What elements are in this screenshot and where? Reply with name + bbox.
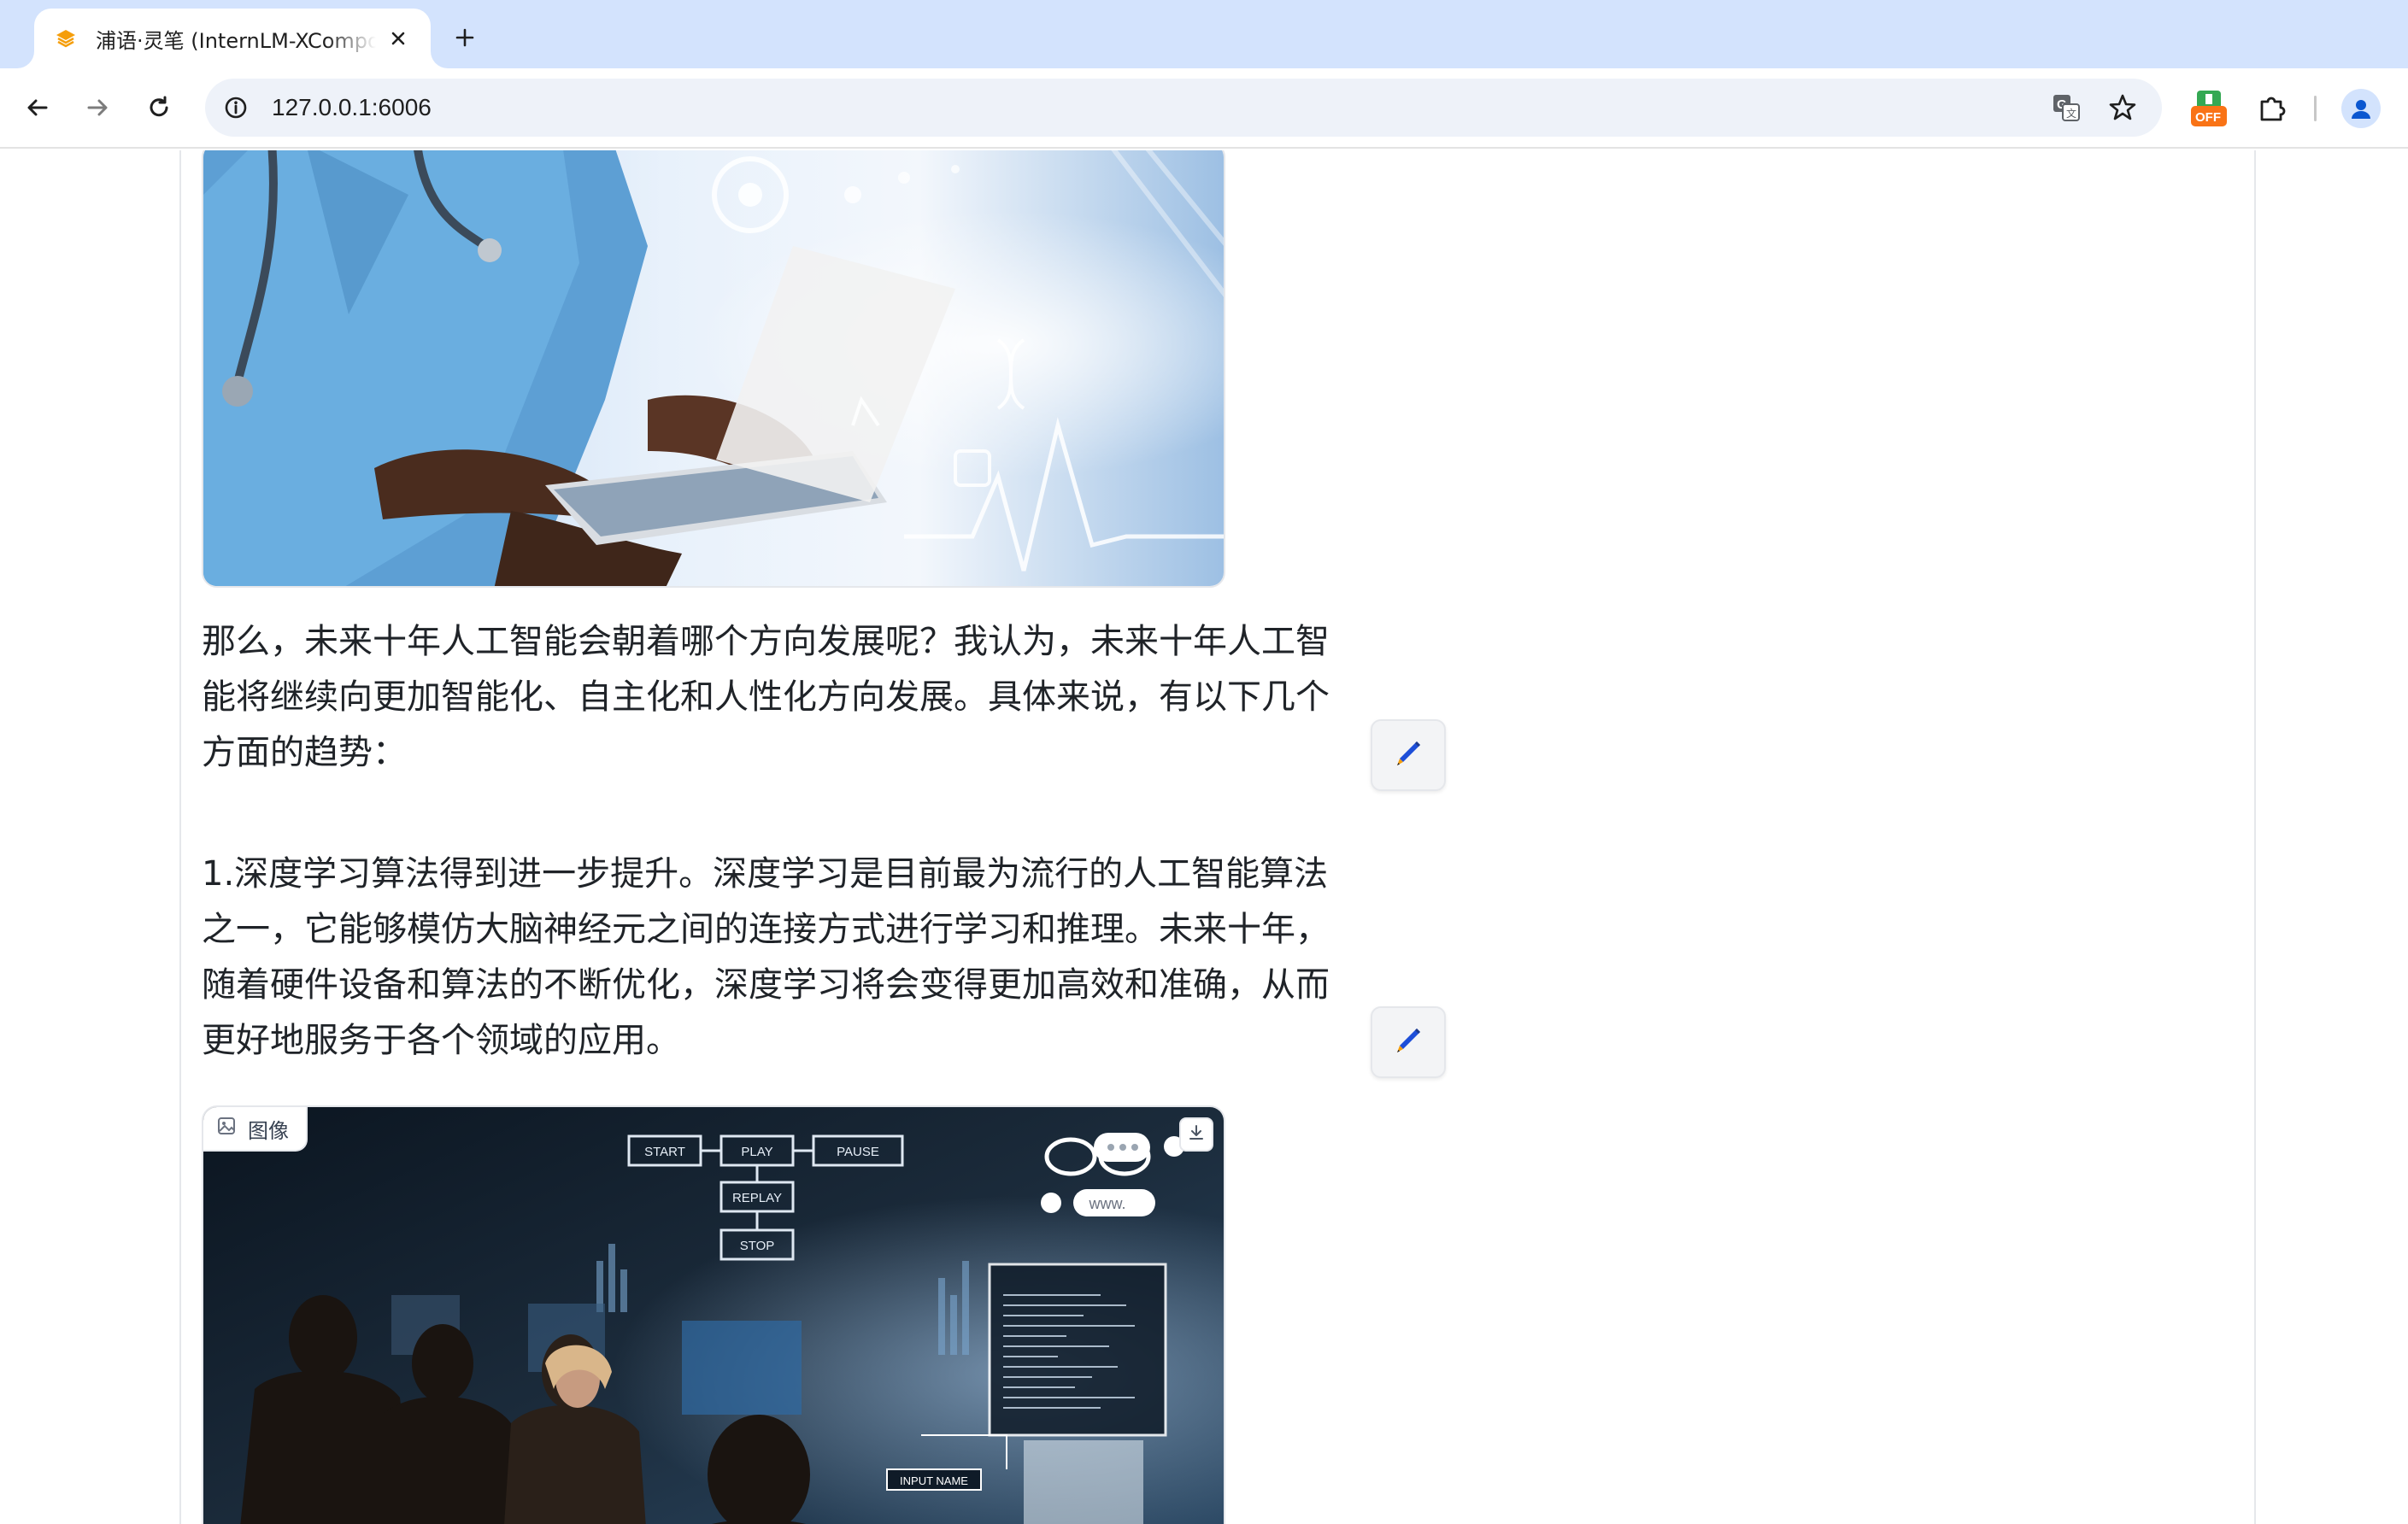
svg-text:START: START [644, 1145, 685, 1159]
svg-text:STOP: STOP [740, 1239, 775, 1253]
extension-off-icon[interactable]: OFF [2188, 87, 2230, 130]
close-icon[interactable] [385, 25, 412, 52]
svg-text:OFF: OFF [2195, 110, 2221, 125]
svg-text:PLAY: PLAY [741, 1145, 772, 1159]
image-label: 图像 [203, 1107, 308, 1152]
back-arrow-icon[interactable] [15, 85, 60, 130]
site-info-icon[interactable] [222, 94, 250, 121]
download-button[interactable] [1179, 1117, 1213, 1152]
browser-toolbar: 127.0.0.1:6006 G文 OFF [0, 68, 2408, 149]
svg-text:REPLAY: REPLAY [732, 1191, 782, 1205]
toolbar-divider [2314, 96, 2317, 121]
svg-text:文: 文 [2066, 107, 2076, 120]
bookmark-star-icon[interactable] [2107, 92, 2138, 123]
image-icon [217, 1117, 236, 1140]
url-text[interactable]: 127.0.0.1:6006 [272, 94, 432, 121]
page-viewport: 那么，未来十年人工智能会朝着哪个方向发展呢？我认为，未来十年人工智能将继续向更加… [0, 150, 2408, 1524]
assistant-paragraph-1: 那么，未来十年人工智能会朝着哪个方向发展呢？我认为，未来十年人工智能将继续向更加… [202, 622, 1330, 772]
svg-text:www.: www. [1088, 1195, 1125, 1212]
generated-image-doctor [202, 150, 1225, 588]
assistant-paragraph-2: 1.深度学习算法得到进一步提升。深度学习是目前最为流行的人工智能算法之一，它能够… [202, 854, 1330, 1060]
pencil-edit-icon [1391, 736, 1425, 774]
plus-icon[interactable] [446, 19, 484, 56]
profile-avatar-icon[interactable] [2341, 89, 2381, 128]
translate-icon[interactable]: G文 [2051, 92, 2082, 123]
edit-paragraph-1-button[interactable] [1371, 719, 1446, 791]
pencil-edit-icon [1391, 1023, 1425, 1061]
edit-paragraph-2-button[interactable] [1371, 1006, 1446, 1078]
image-label-text: 图像 [248, 1118, 289, 1143]
svg-text:PAUSE: PAUSE [837, 1145, 879, 1159]
forward-arrow-icon[interactable] [75, 85, 120, 130]
extensions-puzzle-icon[interactable] [2251, 87, 2293, 130]
browser-tab[interactable]: 浦语·灵笔 (InternLM-XComposer) [34, 9, 431, 68]
tab-strip: 浦语·灵笔 (InternLM-XComposer) [0, 0, 2408, 68]
address-bar[interactable]: 127.0.0.1:6006 G文 [205, 79, 2162, 137]
download-icon [1187, 1123, 1206, 1146]
svg-text:INPUT NAME: INPUT NAME [900, 1474, 968, 1487]
internlm-logo-icon [53, 26, 79, 51]
generated-image-classroom: 图像 START PLAY PAUSE REPLAY STOP www. INP… [202, 1105, 1225, 1524]
tab-title: 浦语·灵笔 (InternLM-XComposer) [96, 28, 376, 53]
reload-icon[interactable] [137, 85, 181, 130]
